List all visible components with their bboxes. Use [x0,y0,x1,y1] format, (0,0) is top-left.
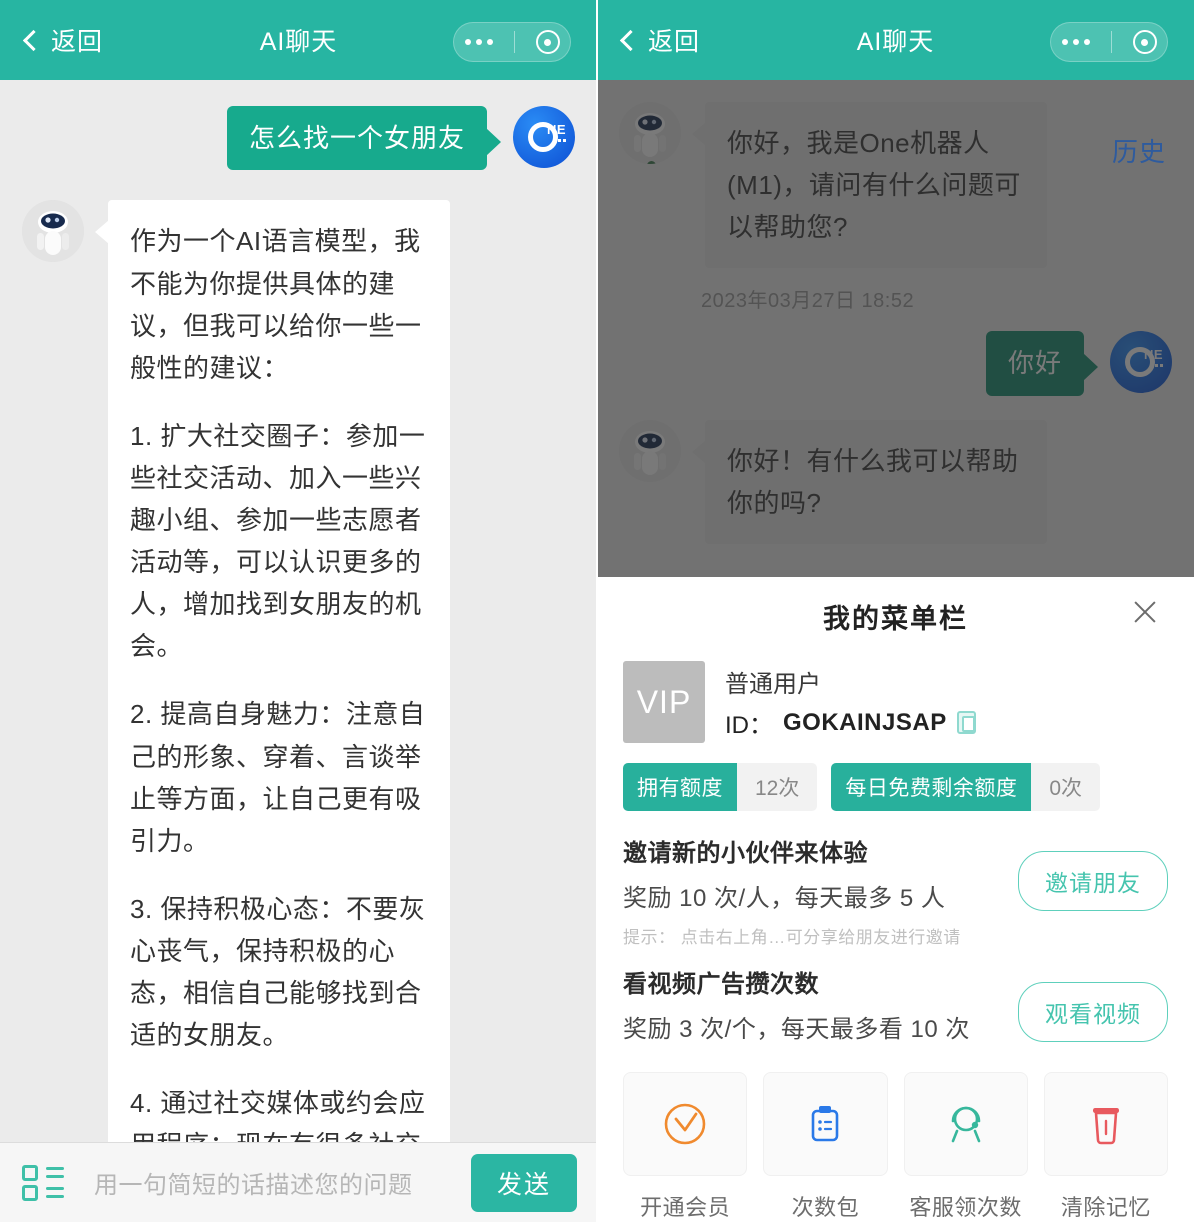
bot-paragraph-2: 2. 提高自身魅力：注意自己的形象、穿着、言谈举止等方面，让自己更有吸引力。 [130,699,426,856]
right-phone-panel: 返回 AI聊天 历史 我的菜单栏 VIP 普通用户 ID： GOKAINJSAP… [597,0,1194,1222]
quota-badge-daily-free: 每日免费剩余额度 0次 [831,763,1101,811]
user-info-row: VIP 普通用户 ID： GOKAINJSAP [623,661,1168,743]
tile-box-clear-memory[interactable] [1043,1072,1168,1176]
ellipsis-icon[interactable] [1061,39,1090,45]
user-type-label: 普通用户 [725,671,821,698]
robot-avatar [22,200,84,263]
membership-clock-icon [664,1103,706,1145]
invite-friends-button[interactable]: 邀请朋友 [1018,851,1168,911]
tile-box-support[interactable] [903,1072,1028,1176]
clipboard-icon [812,1106,839,1142]
message-row-user: 怎么找一个女朋友 NE [0,106,597,171]
promo-video-title: 看视频广告攒次数 [623,971,819,998]
bot-paragraph-1: 1. 扩大社交圈子：参加一些社交活动、加入一些兴趣小组、参加一些志愿者活动等，可… [130,420,426,662]
message-input-bar: 用一句简短的话描述您的问题 发送 [0,1142,597,1222]
target-icon[interactable] [1132,30,1157,54]
message-row-bot: 作为一个AI语言模型，我不能为你提供具体的建议，但我可以给你一些一般性的建议： … [0,200,597,1142]
back-label: 返回 [51,28,104,56]
app-header-right: 返回 AI聊天 [597,0,1194,80]
one-dots-shape [553,139,566,142]
quota-badges: 拥有额度 12次 每日免费剩余额度 0次 [623,763,1168,811]
message-input[interactable]: 用一句简短的话描述您的问题 [82,1165,455,1200]
user-message-bubble: 怎么找一个女朋友 [226,106,502,171]
quick-action-tiles: 开通会员 次数包 客服领次数 清除记忆 [623,1072,1168,1222]
my-menu-sheet: 我的菜单栏 VIP 普通用户 ID： GOKAINJSAP 拥有额度 12次 每… [597,577,1194,1222]
history-button[interactable]: 历史 [1112,132,1166,169]
quota-owned-label: 拥有额度 [623,763,737,811]
target-icon[interactable] [535,30,560,54]
promo-invite-title: 邀请新的小伙伴来体验 [623,840,868,867]
panel-divider [596,0,598,1222]
promo-invite-subtitle: 奖励 10 次/人，每天最多 5 人 [623,885,946,912]
trash-icon [1092,1108,1119,1145]
send-button[interactable]: 发送 [470,1153,577,1212]
tile-quota-pack[interactable]: 次数包 [763,1072,888,1222]
chevron-left-icon [22,29,45,51]
user-id-value: GOKAINJSAP [783,708,947,736]
tile-support-quota[interactable]: 客服领次数 [903,1072,1028,1222]
dual-screenshot: 返回 AI聊天 怎么找一个女朋友 NE 作为一个AI语言模型，我不能为你提供具体… [0,0,1194,1222]
chevron-left-icon [619,29,642,51]
user-meta: 普通用户 ID： GOKAINJSAP [725,664,976,740]
promo-invite-friends: 邀请新的小伙伴来体验 奖励 10 次/人，每天最多 5 人 提示： 点击右上角…… [623,833,1168,948]
quota-owned-value: 12次 [755,777,800,800]
bot-paragraph-3: 3. 保持积极心态：不要灰心丧气，保持积极的心态，相信自己能够找到合适的女朋友。 [130,893,426,1051]
app-header-left: 返回 AI聊天 [0,0,597,80]
tile-label-membership: 开通会员 [640,1195,731,1220]
promo-watch-video: 看视频广告攒次数 奖励 3 次/个，每天最多看 10 次 观看视频 [623,964,1168,1044]
user-id-label: ID： [725,712,773,739]
tile-box-membership[interactable] [623,1072,748,1176]
promo-invite-hint: 提示： 点击右上角…可分享给朋友进行邀请 [623,928,961,947]
tile-label-quota-pack: 次数包 [791,1195,860,1220]
bot-message-bubble: 作为一个AI语言模型，我不能为你提供具体的建议，但我可以给你一些一般性的建议： … [95,200,450,1142]
user-id-row: ID： GOKAINJSAP [725,705,976,740]
back-button-left[interactable]: 返回 [22,22,104,58]
bot-paragraph-4: 4. 通过社交媒体或约会应用程序：现在有很多社交媒体或约会应用程序，可以通过这些… [130,1088,426,1142]
back-label: 返回 [648,28,701,56]
wechat-capsule-right[interactable] [1050,22,1168,62]
close-icon[interactable] [1128,595,1162,629]
tile-open-membership[interactable]: 开通会员 [623,1072,748,1222]
tile-box-quota-pack[interactable] [763,1072,888,1176]
quota-daily-label: 每日免费剩余额度 [831,763,1032,811]
tile-label-clear-memory: 清除记忆 [1060,1195,1151,1220]
tile-label-support: 客服领次数 [909,1195,1022,1220]
list-menu-icon[interactable] [20,1164,66,1202]
capsule-divider [513,31,515,53]
sheet-header: 我的菜单栏 [623,577,1168,655]
watch-video-button[interactable]: 观看视频 [1018,982,1168,1042]
left-phone-panel: 返回 AI聊天 怎么找一个女朋友 NE 作为一个AI语言模型，我不能为你提供具体… [0,0,597,1222]
promo-invite-text: 邀请新的小伙伴来体验 奖励 10 次/人，每天最多 5 人 提示： 点击右上角…… [623,833,961,948]
quota-daily-value: 0次 [1049,777,1083,800]
tile-clear-memory[interactable]: 清除记忆 [1043,1072,1168,1222]
sheet-title: 我的菜单栏 [823,603,968,634]
capsule-divider [1110,31,1112,53]
ellipsis-icon[interactable] [464,39,493,45]
bot-paragraph-0: 作为一个AI语言模型，我不能为你提供具体的建议，但我可以给你一些一般性的建议： [130,226,422,383]
promo-video-subtitle: 奖励 3 次/个，每天最多看 10 次 [623,1016,970,1043]
vip-badge: VIP [623,661,705,743]
one-logo-avatar: NE [513,106,575,168]
promo-video-text: 看视频广告攒次数 奖励 3 次/个，每天最多看 10 次 [623,964,970,1044]
copy-icon[interactable] [956,711,976,734]
chat-scroll-left[interactable]: 怎么找一个女朋友 NE 作为一个AI语言模型，我不能为你提供具体的建议，但我可以… [0,80,597,1142]
one-ne-text: NE [546,122,566,137]
chat-scroll-right[interactable]: 你好，我是One机器人(M1)，请问有什么问题可以帮助您? 2023年03月27… [597,80,1194,577]
wechat-capsule-left[interactable] [453,22,571,62]
back-button-right[interactable]: 返回 [619,22,701,58]
headset-support-icon [951,1106,980,1143]
modal-dim-overlay[interactable] [597,80,1194,577]
quota-badge-owned: 拥有额度 12次 [623,763,818,811]
